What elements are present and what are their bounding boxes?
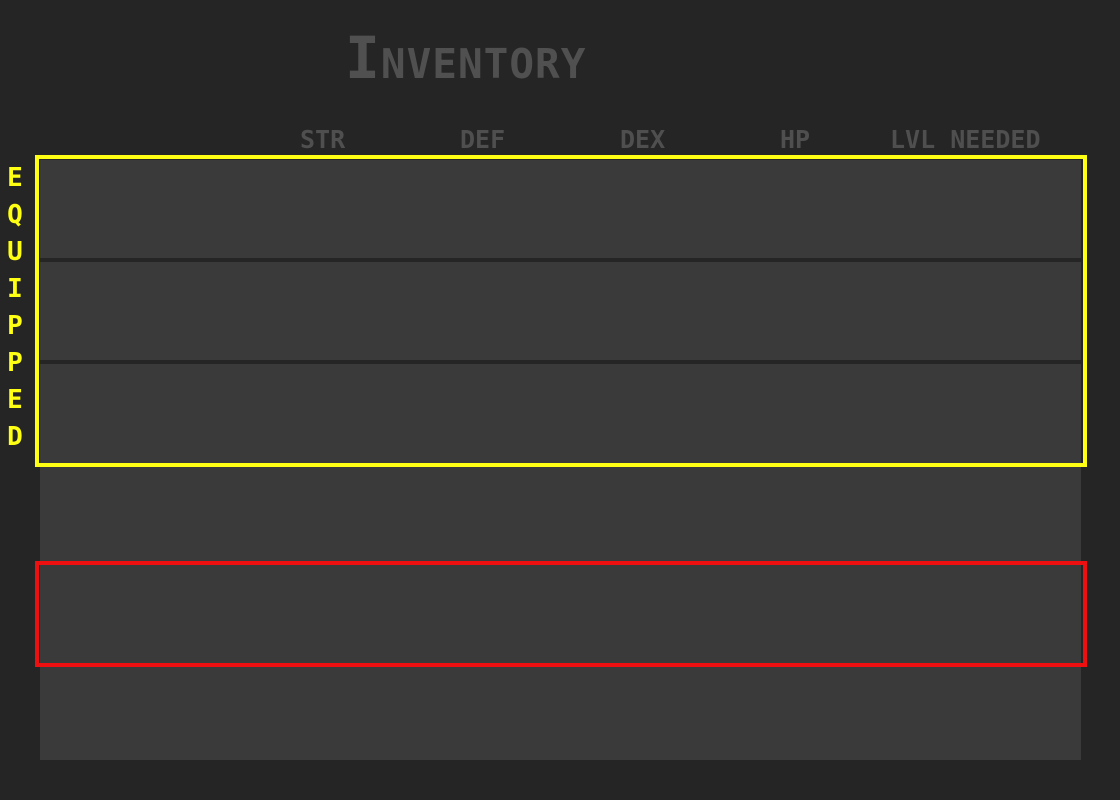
inventory-title: Inventory — [345, 24, 587, 92]
equipped-label-letter: E — [7, 385, 23, 415]
column-header-str: STR — [300, 125, 346, 154]
selection-cursor[interactable] — [35, 561, 1087, 667]
equipped-highlight-frame — [35, 155, 1087, 467]
inventory-slot-4[interactable] — [40, 460, 1081, 560]
column-header-def: DEF — [460, 125, 506, 154]
column-header-dex: DEX — [620, 125, 666, 154]
column-header-lvl-needed: LVL NEEDED — [890, 125, 1041, 154]
equipped-label-letter: E — [7, 163, 23, 193]
equipped-label-letter: P — [7, 348, 23, 378]
equipped-label-letter: I — [7, 274, 23, 304]
inventory-slot-6[interactable] — [40, 660, 1081, 760]
equipped-label-letter: U — [7, 237, 23, 267]
equipped-vertical-label: E Q U I P P E D — [2, 160, 28, 456]
equipped-label-letter: P — [7, 311, 23, 341]
equipped-label-letter: Q — [7, 200, 23, 230]
column-header-hp: HP — [780, 125, 811, 154]
equipped-label-letter: D — [7, 422, 23, 452]
